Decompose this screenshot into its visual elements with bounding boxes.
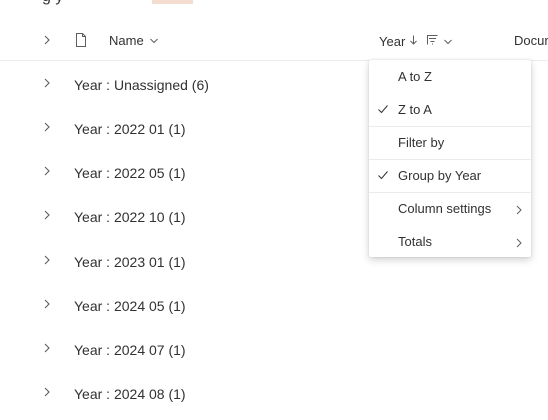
group-row[interactable]: Year : 2022 10 (1) bbox=[0, 194, 370, 238]
column-context-menu: A to Z Z to A Filter by Group by Year Co… bbox=[369, 60, 531, 257]
chevron-right-icon[interactable] bbox=[41, 253, 53, 265]
chevron-right-icon bbox=[515, 236, 523, 248]
expand-all-chevron-icon[interactable] bbox=[40, 33, 54, 47]
chevron-down-icon bbox=[443, 34, 453, 49]
menu-item-label: Z to A bbox=[398, 102, 432, 117]
group-row[interactable]: Year : 2024 05 (1) bbox=[0, 283, 370, 327]
page-title: g y bbox=[42, 0, 63, 6]
group-row[interactable]: Year : 2022 01 (1) bbox=[0, 106, 370, 150]
chevron-right-icon[interactable] bbox=[41, 76, 53, 88]
menu-item-group-by-year[interactable]: Group by Year bbox=[369, 159, 531, 192]
column-header-name[interactable]: Name bbox=[109, 33, 159, 48]
group-row-label: Year : 2024 08 (1) bbox=[74, 386, 186, 402]
column-header-year[interactable]: Year bbox=[379, 33, 453, 49]
group-row-label: Year : 2024 07 (1) bbox=[74, 342, 186, 358]
group-row-label: Year : 2022 01 (1) bbox=[74, 121, 186, 137]
checkmark-icon bbox=[377, 169, 389, 181]
group-row[interactable]: Year : 2023 01 (1) bbox=[0, 239, 370, 283]
column-header-year-label: Year bbox=[379, 33, 406, 49]
chevron-right-icon[interactable] bbox=[41, 341, 53, 353]
menu-item-label: Totals bbox=[398, 234, 432, 249]
page-title-strip: g y bbox=[0, 0, 548, 6]
menu-item-filter-by[interactable]: Filter by bbox=[369, 126, 531, 159]
chevron-right-icon[interactable] bbox=[41, 208, 53, 220]
group-row[interactable]: Year : 2024 08 (1) bbox=[0, 371, 370, 415]
menu-item-label: A to Z bbox=[398, 69, 432, 84]
title-highlight bbox=[152, 0, 193, 4]
group-row-label: Year : 2023 01 (1) bbox=[74, 254, 186, 270]
group-row-label: Year : 2024 05 (1) bbox=[74, 298, 186, 314]
chevron-right-icon[interactable] bbox=[41, 385, 53, 397]
menu-item-label: Filter by bbox=[398, 135, 445, 150]
checkmark-icon bbox=[377, 103, 389, 115]
menu-item-label: Group by Year bbox=[398, 168, 482, 183]
menu-item-a-to-z[interactable]: A to Z bbox=[369, 60, 531, 93]
menu-item-label: Column settings bbox=[398, 201, 492, 216]
column-header-row: Name Year Docur bbox=[0, 20, 548, 61]
chevron-right-icon[interactable] bbox=[41, 164, 53, 176]
chevron-right-icon[interactable] bbox=[41, 120, 53, 132]
group-row[interactable]: Year : Unassigned (6) bbox=[0, 62, 370, 106]
column-header-name-label: Name bbox=[109, 33, 144, 48]
menu-item-column-settings[interactable]: Column settings bbox=[369, 192, 531, 225]
column-header-document[interactable]: Docur bbox=[514, 33, 548, 48]
group-row-label: Year : Unassigned (6) bbox=[74, 77, 209, 93]
group-row-label: Year : 2022 05 (1) bbox=[74, 165, 186, 181]
chevron-right-icon[interactable] bbox=[41, 297, 53, 309]
group-row[interactable]: Year : 2024 07 (1) bbox=[0, 327, 370, 371]
group-row-label: Year : 2022 10 (1) bbox=[74, 209, 186, 225]
chevron-down-icon bbox=[149, 33, 159, 48]
group-row[interactable]: Year : 2022 05 (1) bbox=[0, 150, 370, 194]
document-icon bbox=[74, 32, 88, 48]
menu-item-totals[interactable]: Totals bbox=[369, 225, 531, 258]
sort-down-arrow-icon bbox=[409, 34, 418, 49]
menu-item-z-to-a[interactable]: Z to A bbox=[369, 93, 531, 126]
chevron-right-icon bbox=[515, 203, 523, 215]
filter-icon bbox=[426, 33, 439, 49]
